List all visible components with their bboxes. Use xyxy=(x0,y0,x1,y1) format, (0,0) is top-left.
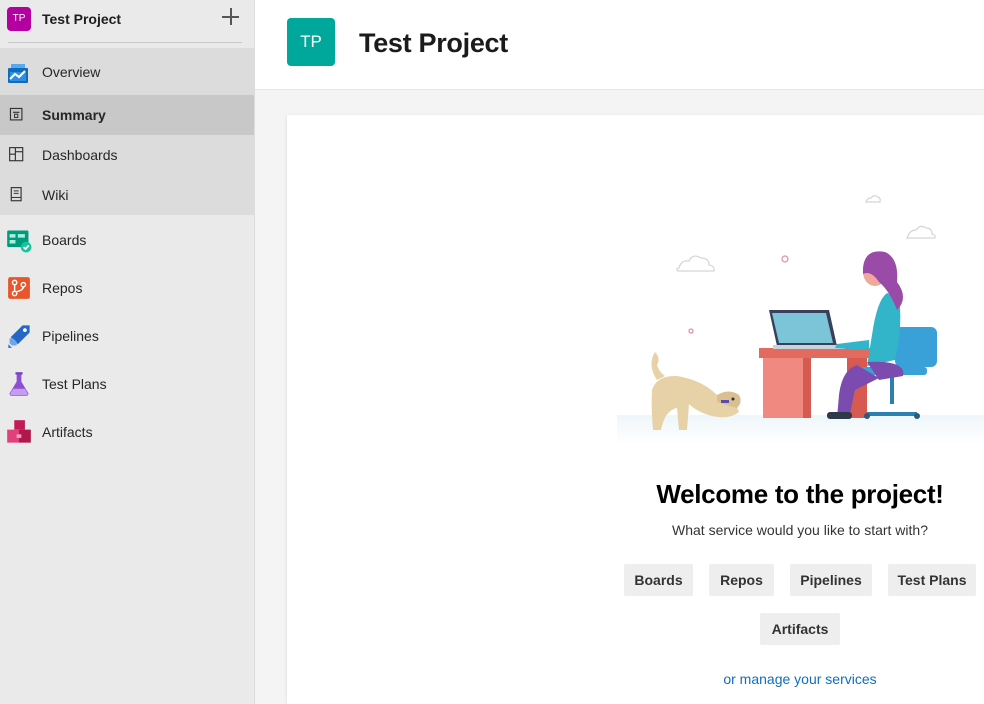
test-plans-icon xyxy=(9,372,29,396)
repos-service-button[interactable]: Repos xyxy=(709,564,774,596)
sidebar-item-label: Boards xyxy=(42,232,87,248)
dashboards-icon xyxy=(9,147,24,162)
repos-icon xyxy=(8,277,30,299)
sidebar-item-label: Summary xyxy=(42,107,106,123)
sidebar-item-label: Repos xyxy=(42,280,83,296)
sidebar-item-label: Artifacts xyxy=(42,424,93,440)
sidebar-item-overview[interactable]: Overview xyxy=(0,52,254,92)
boards-icon xyxy=(7,230,32,253)
sidebar-item-pipelines[interactable]: Pipelines xyxy=(0,316,254,356)
sidebar-item-repos[interactable]: Repos xyxy=(0,268,254,308)
project-switcher[interactable]: TP Test Project xyxy=(0,0,254,44)
welcome-subtitle: What service would you like to start wit… xyxy=(672,522,928,538)
artifacts-icon xyxy=(7,420,31,443)
sidebar-item-label: Overview xyxy=(42,64,101,80)
project-name[interactable]: Test Project xyxy=(42,11,121,27)
summary-icon xyxy=(9,107,23,121)
sidebar-item-label: Test Plans xyxy=(42,376,107,392)
pipelines-icon xyxy=(8,325,30,348)
sidebar-item-summary[interactable]: Summary xyxy=(0,95,254,135)
page-header: TP Test Project xyxy=(255,0,984,90)
test-plans-service-button[interactable]: Test Plans xyxy=(888,564,976,596)
sidebar-item-label: Wiki xyxy=(42,187,69,203)
divider xyxy=(8,42,242,43)
sidebar-item-artifacts[interactable]: Artifacts xyxy=(0,412,254,452)
welcome-heading: Welcome to the project! xyxy=(656,479,944,509)
plus-icon[interactable] xyxy=(220,6,242,28)
welcome-card: Welcome to the project! What service wou… xyxy=(287,115,984,704)
page-title: Test Project xyxy=(359,28,508,58)
sidebar-item-label: Dashboards xyxy=(42,147,118,163)
app-window: TP Test Project Overview Summary Dashboa… xyxy=(0,0,984,704)
manage-services-link[interactable]: or manage your services xyxy=(605,671,984,687)
sidebar-item-wiki[interactable]: Wiki xyxy=(0,175,254,215)
sidebar-item-boards[interactable]: Boards xyxy=(0,220,254,260)
pipelines-service-button[interactable]: Pipelines xyxy=(790,564,872,596)
sidebar-item-label: Pipelines xyxy=(42,328,99,344)
wiki-icon xyxy=(10,187,22,202)
boards-service-button[interactable]: Boards xyxy=(624,564,693,596)
overview-icon xyxy=(8,64,28,83)
project-avatar: TP xyxy=(287,18,335,66)
project-avatar-small: TP xyxy=(7,7,31,31)
sidebar-item-dashboards[interactable]: Dashboards xyxy=(0,135,254,175)
welcome-illustration xyxy=(617,195,984,445)
artifacts-service-button[interactable]: Artifacts xyxy=(760,613,840,645)
sidebar: TP Test Project Overview Summary Dashboa… xyxy=(0,0,255,704)
sidebar-item-test-plans[interactable]: Test Plans xyxy=(0,364,254,404)
